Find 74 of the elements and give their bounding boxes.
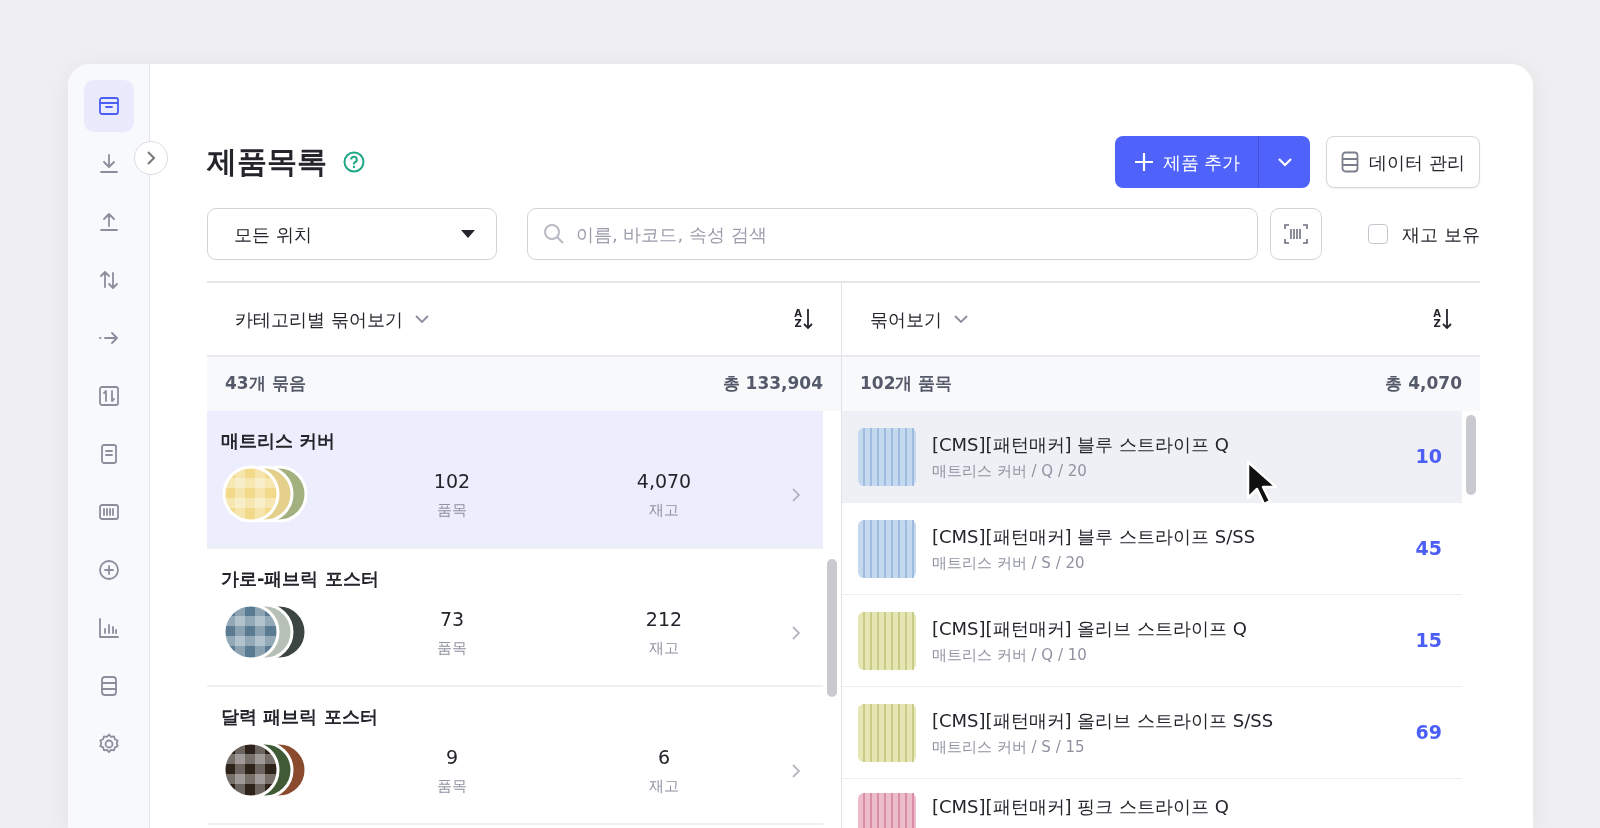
- category-item[interactable]: 가로-패브릭 포스터 73 품목 212 재고: [207, 549, 823, 687]
- chevron-down-icon: [954, 314, 968, 324]
- product-details: 매트리스 커버 / Q / 20: [932, 460, 1088, 482]
- chevron-down-icon: [1276, 157, 1293, 167]
- sort-button[interactable]: A Z: [1433, 308, 1452, 330]
- total-label: 총 4,070: [1385, 372, 1462, 396]
- product-name: [CMS][패턴매커] 블루 스트라이프 S/SS: [932, 524, 1257, 549]
- product-name: [CMS][패턴매커] 블루 스트라이프 Q: [932, 432, 1230, 457]
- database-icon: [1341, 151, 1360, 173]
- transfer-icon: [96, 384, 121, 408]
- stock-label: 재고: [648, 500, 680, 521]
- product-details: 매트리스 커버 / S / 15: [932, 736, 1086, 758]
- scrollbar-thumb[interactable]: [1466, 415, 1476, 495]
- chevron-right-icon: [791, 762, 801, 779]
- count-label: 102개 품목: [860, 372, 953, 396]
- product-row[interactable]: [CMS][패턴매커] 핑크 스트라이프 Q: [842, 779, 1462, 828]
- stock-quantity: 10: [1415, 444, 1442, 470]
- chevron-right-icon: [791, 486, 801, 503]
- product-name: [CMS][패턴매커] 핑크 스트라이프 Q: [932, 795, 1230, 819]
- item-count: 73: [438, 606, 466, 632]
- dropdown-arrow-icon: [460, 229, 476, 239]
- product-name: [CMS][패턴매커] 올리브 스트라이프 Q: [932, 616, 1248, 641]
- group-by-dropdown[interactable]: 카테고리별 묶어보기: [235, 305, 429, 333]
- product-name: [CMS][패턴매커] 올리브 스트라이프 S/SS: [932, 708, 1275, 733]
- product-row[interactable]: [CMS][패턴매커] 블루 스트라이프 Q 매트리스 커버 / Q / 20 10: [842, 411, 1462, 503]
- barcode-scan-icon: [1284, 224, 1309, 244]
- stock-count: 4,070: [635, 468, 693, 494]
- in-stock-label[interactable]: 재고 보유: [1402, 220, 1480, 248]
- item-count: 9: [444, 744, 460, 770]
- stock-label: 재고: [648, 638, 680, 659]
- item-count-label: 품목: [436, 776, 468, 797]
- stock-quantity: 69: [1415, 720, 1442, 746]
- stock-count: 6: [656, 744, 672, 770]
- help-icon[interactable]: [343, 151, 365, 173]
- data-management-button[interactable]: 데이터 관리: [1326, 136, 1480, 188]
- settings-icon: [96, 732, 121, 756]
- item-count: 102: [432, 468, 472, 494]
- stock-quantity: 45: [1415, 536, 1442, 562]
- plus-circle-icon: [96, 558, 121, 582]
- total-label: 총 133,904: [722, 372, 823, 396]
- category-item[interactable]: 달력 패브릭 포스터 9 품목 6 재고: [207, 687, 823, 825]
- stock-quantity: 15: [1415, 628, 1442, 654]
- in-stock-checkbox[interactable]: [1368, 224, 1389, 244]
- add-product-button[interactable]: 제품 추가: [1114, 136, 1259, 188]
- item-count-label: 품목: [436, 500, 468, 521]
- add-options-button[interactable]: [1258, 136, 1311, 188]
- stock-label: 재고: [648, 776, 680, 797]
- product-row[interactable]: [CMS][패턴매커] 블루 스트라이프 S/SS 매트리스 커버 / S / 20 45: [842, 503, 1462, 595]
- location-dropdown[interactable]: 모든 위치: [207, 208, 497, 260]
- chevron-right-icon: [791, 624, 801, 641]
- page-title: 제품목록: [207, 144, 327, 180]
- category-name: 달력 패브릭 포스터: [221, 705, 379, 729]
- box-icon: [96, 94, 121, 118]
- product-row[interactable]: [CMS][패턴매커] 올리브 스트라이프 Q 매트리스 커버 / Q / 10 15: [842, 595, 1462, 687]
- plus-icon: [1132, 151, 1155, 173]
- product-row[interactable]: [CMS][패턴매커] 올리브 스트라이프 S/SS 매트리스 커버 / S / 15 69: [842, 687, 1462, 779]
- count-label: 43개 묶음: [225, 372, 306, 396]
- sort-button[interactable]: A Z: [794, 308, 813, 330]
- chevron-down-icon: [414, 314, 429, 324]
- product-details: 매트리스 커버 / S / 20: [932, 552, 1086, 574]
- product-details: 매트리스 커버 / Q / 10: [932, 644, 1088, 666]
- search-field[interactable]: 이름, 바코드, 속성 검색: [527, 208, 1259, 260]
- chevron-right-icon: [145, 150, 157, 166]
- group-by-dropdown[interactable]: 묶어보기: [870, 305, 968, 333]
- category-item[interactable]: 매트리스 커버 102 품목 4,070 재고: [207, 411, 823, 549]
- item-count-label: 품목: [436, 638, 468, 659]
- scrollbar-thumb[interactable]: [827, 559, 837, 697]
- category-name: 가로-패브릭 포스터: [221, 567, 380, 591]
- category-name: 매트리스 커버: [221, 429, 337, 453]
- expand-toggle[interactable]: [134, 141, 168, 175]
- barcode-scan-button[interactable]: [1270, 208, 1323, 260]
- sidebar-item[interactable]: [83, 80, 134, 132]
- bar-chart-icon: [96, 616, 121, 640]
- stock-count: 212: [644, 606, 684, 632]
